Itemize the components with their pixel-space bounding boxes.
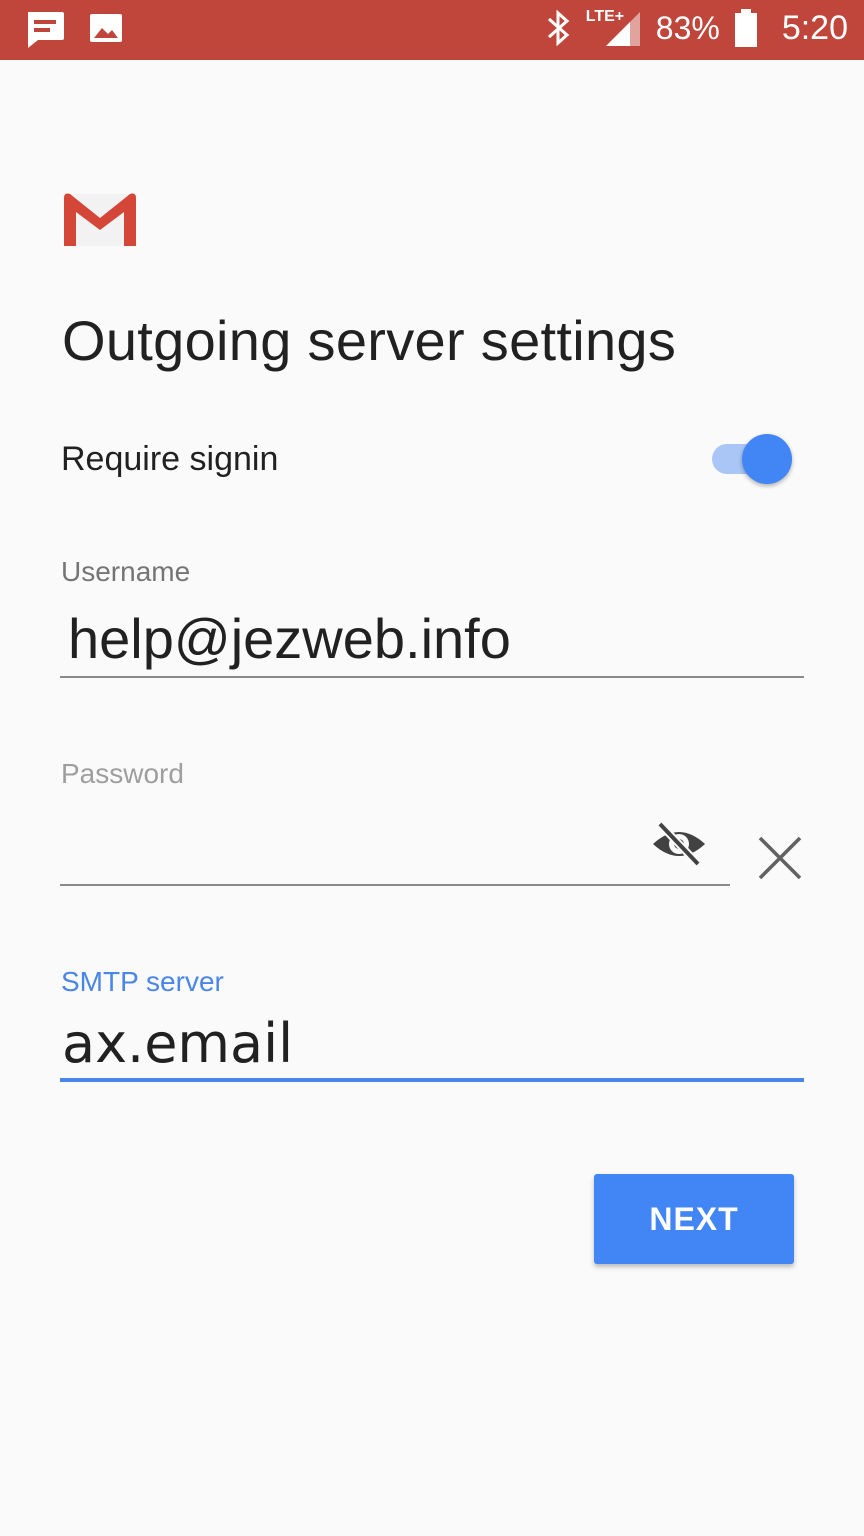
require-signin-label: Require signin — [61, 440, 279, 478]
username-input[interactable]: help@jezweb.info — [68, 606, 511, 671]
username-underline — [60, 676, 804, 678]
battery-icon — [734, 9, 757, 47]
gmail-logo — [63, 193, 137, 246]
smtp-server-input[interactable]: ax.email — [62, 1012, 293, 1075]
toggle-thumb — [742, 434, 792, 484]
message-icon — [28, 12, 64, 48]
battery-percent: 83% — [655, 9, 720, 46]
smtp-server-label: SMTP server — [61, 966, 224, 997]
close-icon[interactable] — [756, 834, 804, 882]
signal-indicator: LTE+ — [586, 8, 642, 48]
signal-icon — [605, 12, 640, 46]
clock: 5:20 — [781, 8, 848, 47]
notification-icons — [24, 10, 124, 50]
require-signin-toggle[interactable] — [712, 432, 796, 486]
username-label: Username — [61, 556, 191, 587]
eye-off-icon[interactable] — [650, 820, 708, 868]
status-bar: LTE+ 83% 5:20 — [0, 0, 864, 60]
image-icon — [90, 14, 122, 42]
password-label: Password — [61, 758, 184, 789]
status-indicators: LTE+ 83% 5:20 — [546, 8, 848, 48]
bluetooth-icon — [547, 9, 570, 47]
password-underline — [60, 884, 730, 886]
page-title: Outgoing server settings — [62, 309, 677, 372]
password-input[interactable] — [62, 806, 642, 876]
next-button[interactable]: NEXT — [594, 1174, 794, 1264]
smtp-server-underline — [60, 1078, 804, 1082]
